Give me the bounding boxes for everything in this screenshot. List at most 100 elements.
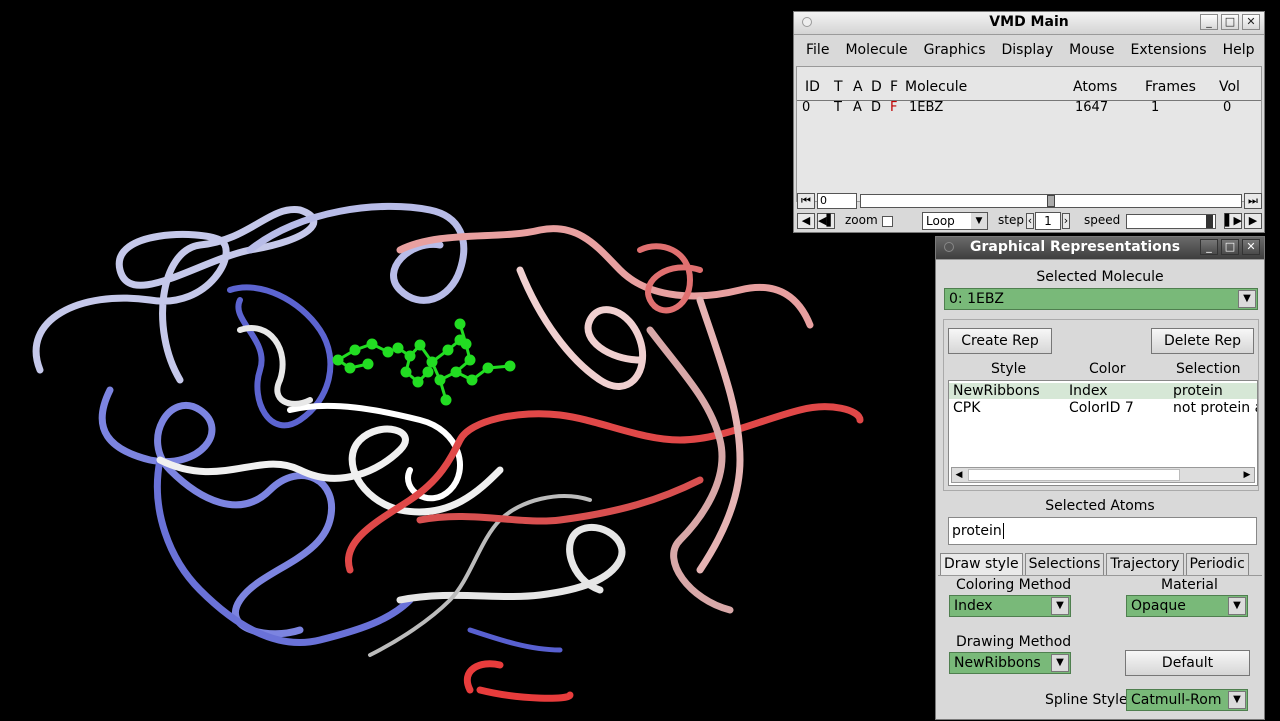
tab-draw-style[interactable]: Draw style: [940, 553, 1023, 575]
rep-header-color: Color: [1089, 361, 1126, 377]
menu-bar: File Molecule Graphics Display Mouse Ext…: [794, 35, 1264, 65]
maximize-button[interactable]: □: [1221, 239, 1239, 255]
speed-slider[interactable]: [1126, 214, 1216, 229]
mol-fixed[interactable]: F: [890, 100, 897, 115]
go-to-end-icon[interactable]: ⏭: [1244, 193, 1262, 209]
step-decrement-icon[interactable]: ‹: [1026, 213, 1034, 229]
spline-style-select[interactable]: Catmull-Rom ▼: [1126, 689, 1248, 711]
molecule-list: ID T A D F Molecule Atoms Frames Vol 0 T…: [796, 66, 1262, 202]
menu-mouse[interactable]: Mouse: [1061, 42, 1122, 58]
tab-periodic[interactable]: Periodic: [1185, 553, 1249, 575]
ligand-cpk: [332, 318, 516, 406]
chevron-down-icon: ▼: [1051, 597, 1069, 615]
ribbon-strand: [396, 523, 626, 604]
close-button[interactable]: ✕: [1242, 239, 1260, 255]
frame-field[interactable]: 0: [817, 193, 857, 209]
selected-atoms-label: Selected Atoms: [1045, 498, 1155, 514]
ribbon-strand: [246, 202, 468, 304]
mol-name: 1EBZ: [909, 100, 944, 115]
coloring-method-select[interactable]: Index ▼: [949, 595, 1071, 617]
window-title: VMD Main: [989, 14, 1069, 30]
mol-active[interactable]: A: [853, 100, 862, 115]
ribbon-strand: [646, 326, 734, 614]
menu-file[interactable]: File: [798, 42, 837, 58]
rep-list: NewRibbons Index protein CPK ColorID 7 n…: [948, 380, 1258, 486]
go-to-start-icon[interactable]: ⏮: [797, 193, 815, 209]
selected-molecule-value: 0: 1EBZ: [949, 291, 1005, 307]
chevron-down-icon: ▼: [1228, 691, 1246, 709]
rep-row[interactable]: CPK ColorID 7 not protein a: [949, 400, 1257, 416]
drawing-method-select[interactable]: NewRibbons ▼: [949, 652, 1071, 674]
col-atoms: Atoms: [1073, 79, 1118, 95]
selected-atoms-input[interactable]: protein: [948, 517, 1257, 545]
menu-extensions[interactable]: Extensions: [1123, 42, 1215, 58]
col-molecule: Molecule: [905, 79, 968, 95]
tab-trajectory[interactable]: Trajectory: [1106, 553, 1184, 575]
rep-row[interactable]: NewRibbons Index protein: [949, 383, 1257, 399]
menu-graphics[interactable]: Graphics: [916, 42, 994, 58]
maximize-button[interactable]: □: [1221, 14, 1239, 30]
rep-selection: protein: [1173, 383, 1223, 399]
chevron-down-icon: ▼: [971, 213, 987, 229]
coloring-method-label: Coloring Method: [956, 577, 1072, 593]
delete-rep-button[interactable]: Delete Rep: [1151, 328, 1254, 354]
step-label: step: [998, 213, 1024, 227]
default-button[interactable]: Default: [1125, 650, 1250, 676]
zoom-checkbox[interactable]: [882, 216, 893, 227]
col-a: A: [853, 79, 863, 95]
step-forward-icon[interactable]: ▌▶: [1224, 213, 1242, 229]
molecule-list-header: ID T A D F Molecule Atoms Frames Vol: [797, 79, 1261, 101]
minimize-button[interactable]: _: [1200, 239, 1218, 255]
loop-value: Loop: [926, 214, 955, 228]
step-increment-icon[interactable]: ›: [1062, 213, 1070, 229]
speed-label: speed: [1084, 213, 1121, 227]
spline-style-value: Catmull-Rom: [1131, 692, 1222, 708]
rep-style: CPK: [953, 400, 981, 416]
graphical-representations-window: Graphical Representations _ □ ✕ Selected…: [935, 236, 1265, 720]
col-t: T: [834, 79, 843, 95]
loop-select[interactable]: Loop ▼: [922, 212, 988, 230]
play-forward-icon[interactable]: ▶: [1244, 213, 1262, 229]
play-reverse-icon[interactable]: ◀: [797, 213, 815, 229]
material-select[interactable]: Opaque ▼: [1126, 595, 1248, 617]
vmd-main-titlebar[interactable]: VMD Main _ □ ✕: [794, 12, 1264, 35]
tab-selections[interactable]: Selections: [1024, 553, 1105, 575]
coloring-method-value: Index: [954, 598, 993, 614]
mol-top[interactable]: T: [834, 100, 842, 115]
step-back-icon[interactable]: ◀▌: [817, 213, 835, 229]
frame-slider-thumb[interactable]: [1047, 195, 1055, 207]
scroll-thumb[interactable]: [968, 469, 1180, 481]
frame-slider[interactable]: [860, 194, 1242, 208]
mol-drawn[interactable]: D: [871, 100, 881, 115]
drawing-method-value: NewRibbons: [954, 655, 1041, 671]
step-field[interactable]: 1: [1035, 212, 1061, 230]
rep-header-style: Style: [991, 361, 1027, 377]
menu-display[interactable]: Display: [994, 42, 1062, 58]
graph-reps-titlebar[interactable]: Graphical Representations _ □ ✕: [936, 237, 1264, 260]
rep-list-hscrollbar[interactable]: ◀ ▶: [951, 467, 1255, 483]
speed-slider-thumb[interactable]: [1205, 215, 1213, 228]
molecule-row[interactable]: 0 T A D F 1EBZ 1647 1 0: [797, 100, 1261, 118]
mol-atoms: 1647: [1075, 100, 1109, 115]
ribbon-strand: [344, 403, 864, 574]
mol-id: 0: [802, 100, 811, 115]
minimize-button[interactable]: _: [1200, 14, 1218, 30]
vmd-main-window: VMD Main _ □ ✕ File Molecule Graphics Di…: [793, 11, 1265, 233]
scroll-left-icon[interactable]: ◀: [952, 468, 966, 482]
scroll-right-icon[interactable]: ▶: [1240, 468, 1254, 482]
ribbon-strand: [237, 325, 313, 407]
chevron-down-icon: ▼: [1051, 654, 1069, 672]
ribbon-strand: [98, 386, 335, 638]
protein-ribbons: [32, 202, 864, 702]
close-button[interactable]: ✕: [1242, 14, 1260, 30]
rep-color: ColorID 7: [1069, 400, 1134, 416]
selected-molecule-select[interactable]: 0: 1EBZ ▼: [944, 288, 1258, 310]
selected-molecule-label: Selected Molecule: [1036, 269, 1164, 285]
chevron-down-icon: ▼: [1238, 290, 1256, 308]
drawing-method-label: Drawing Method: [956, 634, 1072, 650]
create-rep-button[interactable]: Create Rep: [948, 328, 1052, 354]
menu-help[interactable]: Help: [1215, 42, 1263, 58]
chevron-down-icon: ▼: [1228, 597, 1246, 615]
menu-molecule[interactable]: Molecule: [837, 42, 915, 58]
ribbon-strand: [463, 660, 574, 702]
